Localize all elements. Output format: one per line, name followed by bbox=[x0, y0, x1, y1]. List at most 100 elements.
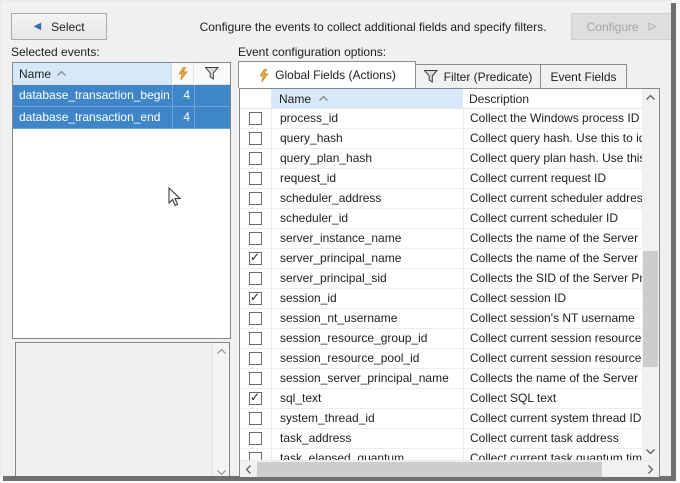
checkbox-cell bbox=[240, 389, 271, 408]
field-checkbox[interactable] bbox=[249, 132, 262, 145]
filter-column-header[interactable] bbox=[194, 63, 230, 84]
selected-events-list: Name database_transaction_begin 4 bbox=[12, 62, 231, 339]
field-checkbox[interactable] bbox=[249, 372, 262, 385]
event-configuration-label: Event configuration options: bbox=[238, 45, 386, 59]
lightning-icon bbox=[177, 67, 188, 80]
field-checkbox[interactable] bbox=[249, 212, 262, 225]
field-checkbox[interactable] bbox=[249, 252, 262, 265]
checkbox-column-header bbox=[240, 89, 271, 108]
selected-event-row[interactable]: database_transaction_end 4 bbox=[13, 107, 230, 129]
scroll-right-button[interactable] bbox=[642, 461, 659, 477]
checkbox-cell bbox=[240, 449, 271, 460]
selected-events-label: Selected events: bbox=[11, 45, 100, 59]
global-field-row[interactable]: task_elapsed_quantum Collect current tas… bbox=[240, 449, 642, 460]
field-checkbox[interactable] bbox=[249, 332, 262, 345]
filter-cell bbox=[194, 85, 230, 106]
global-field-row[interactable]: scheduler_id Collect current scheduler I… bbox=[240, 209, 642, 229]
field-checkbox[interactable] bbox=[249, 312, 262, 325]
global-field-row[interactable]: server_principal_sid Collects the SID of… bbox=[240, 269, 642, 289]
select-button[interactable]: ◀ Select bbox=[11, 13, 107, 40]
scroll-down-button[interactable] bbox=[642, 443, 659, 460]
global-field-row[interactable]: sql_text Collect SQL text bbox=[240, 389, 642, 409]
global-field-row[interactable]: server_instance_name Collects the name o… bbox=[240, 229, 642, 249]
field-name: server_principal_name bbox=[271, 249, 463, 268]
horizontal-scrollbar-thumb[interactable] bbox=[257, 462, 602, 477]
field-checkbox[interactable] bbox=[249, 172, 262, 185]
description-column-header[interactable]: Description bbox=[463, 89, 642, 108]
global-fields-rows: process_id Collect the Windows process I… bbox=[240, 109, 642, 460]
filter-cell bbox=[194, 107, 230, 128]
field-checkbox[interactable] bbox=[249, 432, 262, 445]
field-checkbox[interactable] bbox=[249, 392, 262, 405]
field-name: scheduler_id bbox=[271, 209, 463, 228]
field-checkbox[interactable] bbox=[249, 112, 262, 125]
description-scrollbar[interactable] bbox=[212, 343, 229, 477]
vertical-scrollbar[interactable] bbox=[642, 89, 659, 460]
field-name: process_id bbox=[271, 109, 463, 128]
chevron-left-icon bbox=[246, 465, 251, 474]
checkbox-cell bbox=[240, 429, 271, 448]
checkbox-cell bbox=[240, 349, 271, 368]
tab-global-fields[interactable]: Global Fields (Actions) bbox=[238, 61, 416, 88]
name-column-header[interactable]: Name bbox=[13, 63, 172, 84]
field-name: session_server_principal_name bbox=[271, 369, 463, 388]
checkbox-cell bbox=[240, 169, 271, 188]
horizontal-scrollbar[interactable] bbox=[240, 460, 659, 477]
tab-event-fields[interactable]: Event Fields bbox=[541, 64, 627, 88]
global-field-row[interactable]: query_hash Collect query hash. Use this … bbox=[240, 129, 642, 149]
field-description: Collect SQL text bbox=[463, 389, 642, 408]
chevron-up-icon bbox=[217, 349, 226, 354]
field-checkbox[interactable] bbox=[249, 452, 262, 460]
global-field-row[interactable]: server_principal_name Collects the name … bbox=[240, 249, 642, 269]
global-field-row[interactable]: process_id Collect the Windows process I… bbox=[240, 109, 642, 129]
sort-ascending-icon bbox=[57, 71, 66, 76]
field-checkbox[interactable] bbox=[249, 152, 262, 165]
global-field-row[interactable]: query_plan_hash Collect query plan hash.… bbox=[240, 149, 642, 169]
global-field-row[interactable]: session_id Collect session ID bbox=[240, 289, 642, 309]
image-shadow-right bbox=[671, 3, 676, 478]
scroll-left-button[interactable] bbox=[240, 461, 257, 477]
selected-events-header: Name bbox=[13, 63, 230, 85]
field-description: Collect current scheduler ID bbox=[463, 209, 642, 228]
checkbox-cell bbox=[240, 289, 271, 308]
field-description: Collect current request ID bbox=[463, 169, 642, 188]
field-checkbox[interactable] bbox=[249, 352, 262, 365]
selected-event-row[interactable]: database_transaction_begin 4 bbox=[13, 85, 230, 107]
field-description: Collects the name of the Server Princ bbox=[463, 249, 642, 268]
global-field-row[interactable]: task_address Collect current task addres… bbox=[240, 429, 642, 449]
field-name: session_nt_username bbox=[271, 309, 463, 328]
global-fields-table: Name Description process_id Collect the … bbox=[239, 88, 660, 477]
field-checkbox[interactable] bbox=[249, 232, 262, 245]
field-checkbox[interactable] bbox=[249, 272, 262, 285]
field-checkbox[interactable] bbox=[249, 192, 262, 205]
vertical-scrollbar-thumb[interactable] bbox=[643, 251, 658, 367]
event-description-panel bbox=[15, 342, 230, 477]
field-description: Collect the Windows process ID bbox=[463, 109, 642, 128]
field-description: Collect current task address bbox=[463, 429, 642, 448]
configure-button[interactable]: Configure ▷ bbox=[571, 13, 672, 40]
global-field-row[interactable]: session_resource_pool_id Collect current… bbox=[240, 349, 642, 369]
scroll-up-button[interactable] bbox=[213, 343, 230, 360]
filter-icon bbox=[205, 67, 219, 80]
checkbox-cell bbox=[240, 329, 271, 348]
field-checkbox[interactable] bbox=[249, 292, 262, 305]
tab-filter-predicate[interactable]: Filter (Predicate) bbox=[416, 64, 541, 88]
checkbox-cell bbox=[240, 409, 271, 428]
select-button-label: Select bbox=[51, 20, 84, 34]
actions-column-header[interactable] bbox=[172, 63, 194, 84]
global-field-row[interactable]: request_id Collect current request ID bbox=[240, 169, 642, 189]
field-checkbox[interactable] bbox=[249, 412, 262, 425]
global-field-row[interactable]: session_nt_username Collect session's NT… bbox=[240, 309, 642, 329]
field-name: session_resource_pool_id bbox=[271, 349, 463, 368]
global-fields-table-header: Name Description bbox=[240, 89, 659, 109]
field-description: Collect current scheduler address bbox=[463, 189, 642, 208]
field-name: server_instance_name bbox=[271, 229, 463, 248]
name-column-header[interactable]: Name bbox=[271, 89, 463, 108]
scroll-up-button[interactable] bbox=[642, 89, 659, 106]
global-field-row[interactable]: system_thread_id Collect current system … bbox=[240, 409, 642, 429]
chevron-up-icon bbox=[646, 95, 655, 100]
field-description: Collect query plan hash. Use this to i bbox=[463, 149, 642, 168]
global-field-row[interactable]: scheduler_address Collect current schedu… bbox=[240, 189, 642, 209]
global-field-row[interactable]: session_server_principal_name Collects t… bbox=[240, 369, 642, 389]
global-field-row[interactable]: session_resource_group_id Collect curren… bbox=[240, 329, 642, 349]
